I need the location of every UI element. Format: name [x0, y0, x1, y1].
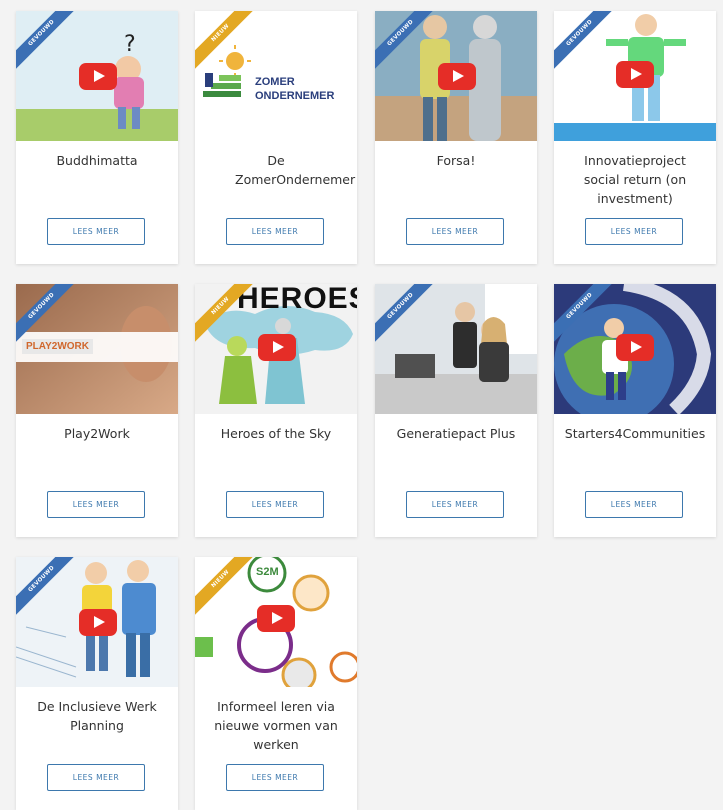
- read-more-button[interactable]: LEES MEER: [47, 491, 145, 518]
- card-thumbnail[interactable]: ?: [16, 11, 178, 141]
- card-thumbnail[interactable]: [554, 284, 716, 414]
- card-title: Play2Work: [64, 426, 130, 441]
- project-card[interactable]: GEVOUWD De Inclusieve Werk Planning LEES…: [16, 557, 178, 810]
- card-title: De ZomerOndernemer: [235, 153, 356, 187]
- project-card[interactable]: S2M NIEUW Informeel leren via nieuwe vor…: [195, 557, 357, 810]
- read-more-button[interactable]: LEES MEER: [47, 218, 145, 245]
- youtube-play-icon[interactable]: [79, 63, 117, 90]
- youtube-play-icon[interactable]: [438, 63, 476, 90]
- card-title: Generatiepact Plus: [396, 426, 516, 441]
- card-thumbnail[interactable]: ZOMER ONDERNEMER: [195, 11, 357, 141]
- project-card[interactable]: ZOMER ONDERNEMER NIEUW De ZomerOnderneme…: [195, 11, 357, 264]
- read-more-button[interactable]: LEES MEER: [226, 491, 324, 518]
- project-card[interactable]: GEVOUWD Generatiepact Plus LEES MEER: [375, 284, 537, 537]
- card-title: Informeel leren via nieuwe vormen van we…: [214, 699, 338, 752]
- project-card[interactable]: GEVOUWD Starters4Communities LEES MEER: [554, 284, 716, 537]
- project-card[interactable]: PLAY2WORK GEVOUWD Play2Work LEES MEER: [16, 284, 178, 537]
- read-more-button[interactable]: LEES MEER: [406, 218, 504, 245]
- logo-text-line-1: ZOMER: [255, 76, 295, 88]
- card-title: Starters4Communities: [564, 426, 706, 441]
- svg-text:?: ?: [124, 32, 136, 57]
- card-title: De Inclusieve Werk Planning: [37, 699, 157, 733]
- play2work-logo: PLAY2WORK: [22, 339, 93, 354]
- read-more-button[interactable]: LEES MEER: [47, 764, 145, 791]
- read-more-button[interactable]: LEES MEER: [226, 764, 324, 791]
- youtube-play-icon[interactable]: [257, 605, 295, 632]
- card-thumbnail[interactable]: HEROES: [195, 284, 357, 414]
- youtube-play-icon[interactable]: [616, 61, 654, 88]
- project-grid: ? GEVOUWD Buddhimatta LEES MEER ZOMER ON…: [0, 0, 723, 810]
- card-title: Forsa!: [436, 153, 476, 168]
- project-card[interactable]: HEROES NIEUW Heroes of the Sky LEES MEER: [195, 284, 357, 537]
- card-thumbnail[interactable]: PLAY2WORK: [16, 284, 178, 414]
- youtube-play-icon[interactable]: [79, 609, 117, 636]
- read-more-button[interactable]: LEES MEER: [226, 218, 324, 245]
- thumbnail-illustration: [375, 284, 537, 414]
- card-thumbnail[interactable]: S2M: [195, 557, 357, 687]
- youtube-play-icon[interactable]: [616, 334, 654, 361]
- read-more-button[interactable]: LEES MEER: [585, 218, 683, 245]
- logo-text-line-2: ONDERNEMER: [255, 90, 335, 102]
- project-card[interactable]: GEVOUWD Innovatieproject social return (…: [554, 11, 716, 264]
- card-title: Heroes of the Sky: [220, 426, 332, 441]
- card-thumbnail[interactable]: [375, 11, 537, 141]
- read-more-button[interactable]: LEES MEER: [406, 491, 504, 518]
- s2m-art-text: S2M: [256, 566, 279, 578]
- card-thumbnail[interactable]: [16, 557, 178, 687]
- project-card[interactable]: ? GEVOUWD Buddhimatta LEES MEER: [16, 11, 178, 264]
- card-title: Innovatieproject social return (on inves…: [583, 153, 687, 206]
- youtube-play-icon[interactable]: [258, 334, 296, 361]
- read-more-button[interactable]: LEES MEER: [585, 491, 683, 518]
- card-title: Buddhimatta: [56, 153, 138, 168]
- zomerondernemer-logo: ZOMER ONDERNEMER: [255, 75, 334, 103]
- card-thumbnail[interactable]: [375, 284, 537, 414]
- project-card[interactable]: GEVOUWD Forsa! LEES MEER: [375, 11, 537, 264]
- card-thumbnail[interactable]: [554, 11, 716, 141]
- heroes-art-text: HEROES: [237, 284, 357, 315]
